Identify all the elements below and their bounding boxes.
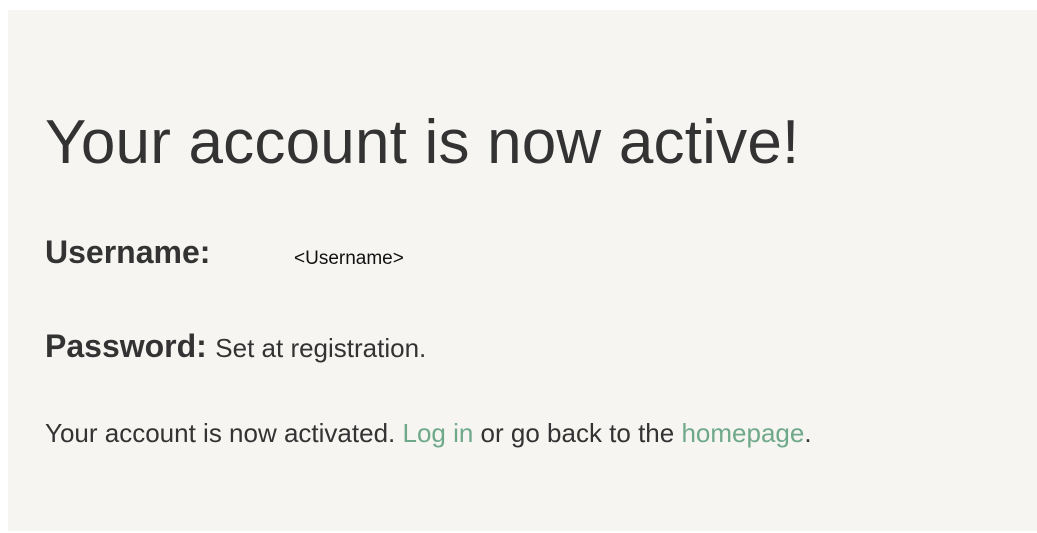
username-value: <Username> xyxy=(294,248,404,269)
login-link[interactable]: Log in xyxy=(402,418,473,448)
password-label: Password: xyxy=(45,328,207,364)
password-row: Password: Set at registration. xyxy=(45,328,426,365)
username-label: Username: xyxy=(45,234,211,270)
activation-panel: Your account is now active! Username: <U… xyxy=(8,10,1037,531)
message-text-before: Your account is now activated. xyxy=(45,418,403,448)
page-title: Your account is now active! xyxy=(45,108,800,177)
message-text-after: . xyxy=(804,418,812,448)
homepage-link[interactable]: homepage xyxy=(681,418,804,448)
username-row: Username: <Username> xyxy=(45,234,404,271)
password-value: Set at registration. xyxy=(215,333,427,363)
message-text-middle: or go back to the xyxy=(473,418,682,448)
activation-message: Your account is now activated. Log in or… xyxy=(45,418,812,449)
